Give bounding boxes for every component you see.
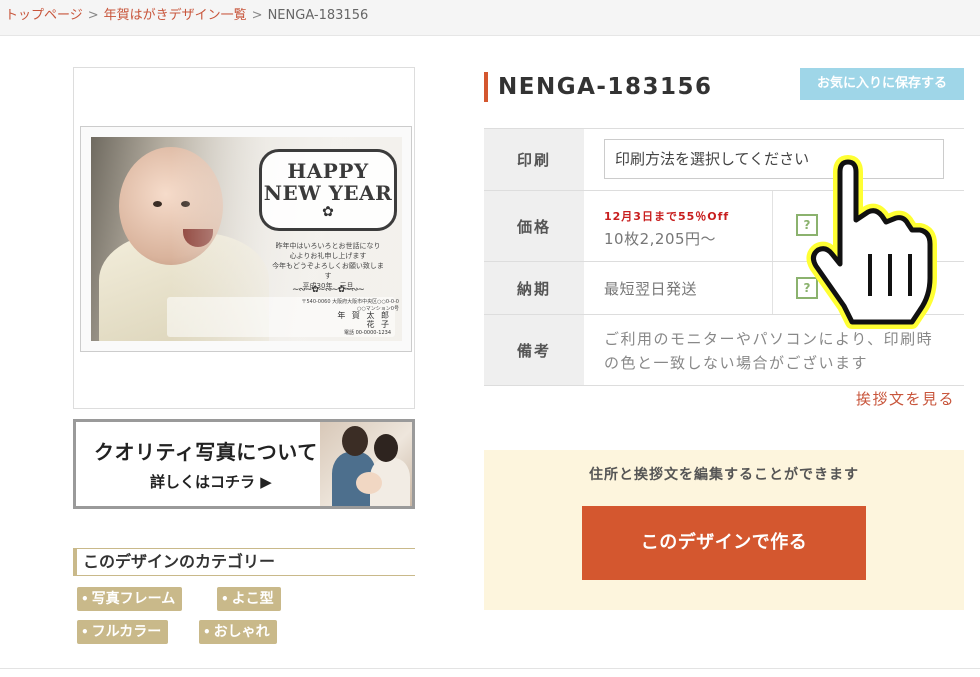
- address-line: 〒540-0060 大阪府大阪市中央区○○0-0-0: [301, 299, 399, 305]
- tag-label: おしゃれ: [213, 624, 270, 640]
- banner-title: クオリティ写真について: [94, 440, 318, 464]
- bullet-icon: •: [203, 625, 211, 639]
- tag-label: よこ型: [231, 591, 274, 607]
- price-value: 12月3日まで55％Off 10枚2,205円～ ?: [584, 191, 964, 261]
- breadcrumb-link-top[interactable]: トップページ: [5, 8, 83, 23]
- spec-row-delivery: 納期 最短翌日発送 ?: [484, 262, 964, 315]
- quality-photo-banner[interactable]: クオリティ写真について 詳しくはコチラ ▶: [73, 419, 415, 509]
- create-design-button[interactable]: このデザインで作る: [582, 506, 866, 580]
- sale-text: 12月3日まで55％Off: [604, 210, 730, 223]
- greeting-text: 昨年中はいろいろとお世話になり 心よりお礼申し上げます 今年もどうぞよろしくお願…: [269, 241, 387, 291]
- delivery-text: 最短翌日発送: [604, 280, 698, 298]
- tag-label: フルカラー: [91, 624, 162, 640]
- sender-name-line: 花 子: [366, 320, 391, 329]
- dog-ornament-icon: ✿: [322, 204, 334, 220]
- price-text: 10枚2,205円～: [604, 230, 717, 248]
- bullet-icon: •: [81, 625, 89, 639]
- print-method-select[interactable]: 印刷方法を選択してください: [604, 139, 944, 179]
- spec-row-print: 印刷 印刷方法を選択してください: [484, 129, 964, 191]
- delivery-label: 納期: [484, 262, 584, 314]
- bullet-icon: •: [81, 592, 89, 606]
- save-favorite-button[interactable]: お気に入りに保存する: [800, 68, 964, 100]
- price-help-icon[interactable]: ?: [796, 214, 818, 236]
- design-preview: HAPPY NEW YEAR ✿ 昨年中はいろいろとお世話になり 心よりお礼申し…: [73, 67, 415, 409]
- price-label: 価格: [484, 191, 584, 261]
- spec-row-price: 価格 12月3日まで55％Off 10枚2,205円～ ?: [484, 191, 964, 262]
- baby-shape: [356, 472, 382, 494]
- note-label: 備考: [484, 315, 584, 385]
- sender-phone: 電話 00-0000-1234: [343, 330, 391, 336]
- breadcrumb: トップページ > 年賀はがきデザイン一覧 > NENGA-183156: [0, 0, 980, 36]
- person-head-shape: [342, 426, 368, 456]
- product-title: NENGA-183156: [484, 72, 712, 102]
- happy-new-year-frame: HAPPY NEW YEAR ✿: [259, 149, 397, 231]
- postcard-preview: HAPPY NEW YEAR ✿ 昨年中はいろいろとお世話になり 心よりお礼申し…: [80, 126, 412, 352]
- edit-caption: 住所と挨拶文を編集することができます: [589, 467, 859, 483]
- ornament-divider-icon: ∼∾∼✿∼∾∼✿∼∾∼: [292, 285, 365, 295]
- delivery-value: 最短翌日発送 ?: [584, 262, 964, 314]
- note-text: ご利用のモニターやパソコンにより、印刷時の色と一致しない場合がございます: [604, 330, 934, 372]
- breadcrumb-separator: >: [87, 8, 99, 23]
- breadcrumb-current: NENGA-183156: [267, 8, 369, 23]
- category-heading: このデザインのカテゴリー: [73, 548, 415, 576]
- print-label: 印刷: [484, 129, 584, 190]
- breadcrumb-link-design-list[interactable]: 年賀はがきデザイン一覧: [104, 8, 247, 23]
- print-value: 印刷方法を選択してください: [584, 129, 964, 190]
- person-head-shape: [374, 434, 398, 462]
- edit-section: 住所と挨拶文を編集することができます このデザインで作る: [484, 450, 964, 610]
- spec-row-note: 備考 ご利用のモニターやパソコンにより、印刷時の色と一致しない場合がございます: [484, 315, 964, 386]
- greeting-line: 心よりお礼申し上げます: [289, 252, 367, 260]
- view-greeting-link[interactable]: 挨拶文を見る: [856, 388, 955, 409]
- greeting-heading-line2: NEW YEAR: [263, 181, 393, 205]
- breadcrumb-separator: >: [251, 8, 263, 23]
- category-tag-full-color[interactable]: • フルカラー: [77, 620, 169, 644]
- sender-name: 年 賀 太 郎 花 子 電話 00-0000-1234: [321, 311, 391, 338]
- greeting-line: 昨年中はいろいろとお世話になり: [275, 242, 381, 250]
- divider: [772, 262, 773, 314]
- tag-label: 写真フレーム: [91, 591, 176, 607]
- baby-eye: [153, 201, 162, 207]
- divider: [772, 191, 773, 261]
- category-tag-landscape[interactable]: • よこ型: [217, 587, 281, 611]
- postcard-photo: HAPPY NEW YEAR ✿ 昨年中はいろいろとお世話になり 心よりお礼申し…: [91, 137, 402, 341]
- bullet-icon: •: [221, 592, 229, 606]
- greeting-heading-line1: HAPPY: [287, 159, 369, 183]
- category-tag-photo-frame[interactable]: • 写真フレーム: [77, 587, 183, 611]
- sender-name-line: 年 賀 太 郎: [337, 311, 391, 320]
- note-value: ご利用のモニターやパソコンにより、印刷時の色と一致しない場合がございます: [584, 315, 964, 385]
- category-tag-stylish[interactable]: • おしゃれ: [199, 620, 277, 644]
- banner-subtitle: 詳しくはコチラ ▶: [150, 473, 272, 491]
- delivery-help-icon[interactable]: ?: [796, 277, 818, 299]
- spec-table: 印刷 印刷方法を選択してください 価格 12月3日まで55％Off 10枚2,2…: [484, 128, 964, 386]
- greeting-line: 今年もどうぞよろしくお願い致します: [272, 262, 384, 280]
- family-photo: [320, 422, 412, 506]
- divider: [0, 668, 980, 669]
